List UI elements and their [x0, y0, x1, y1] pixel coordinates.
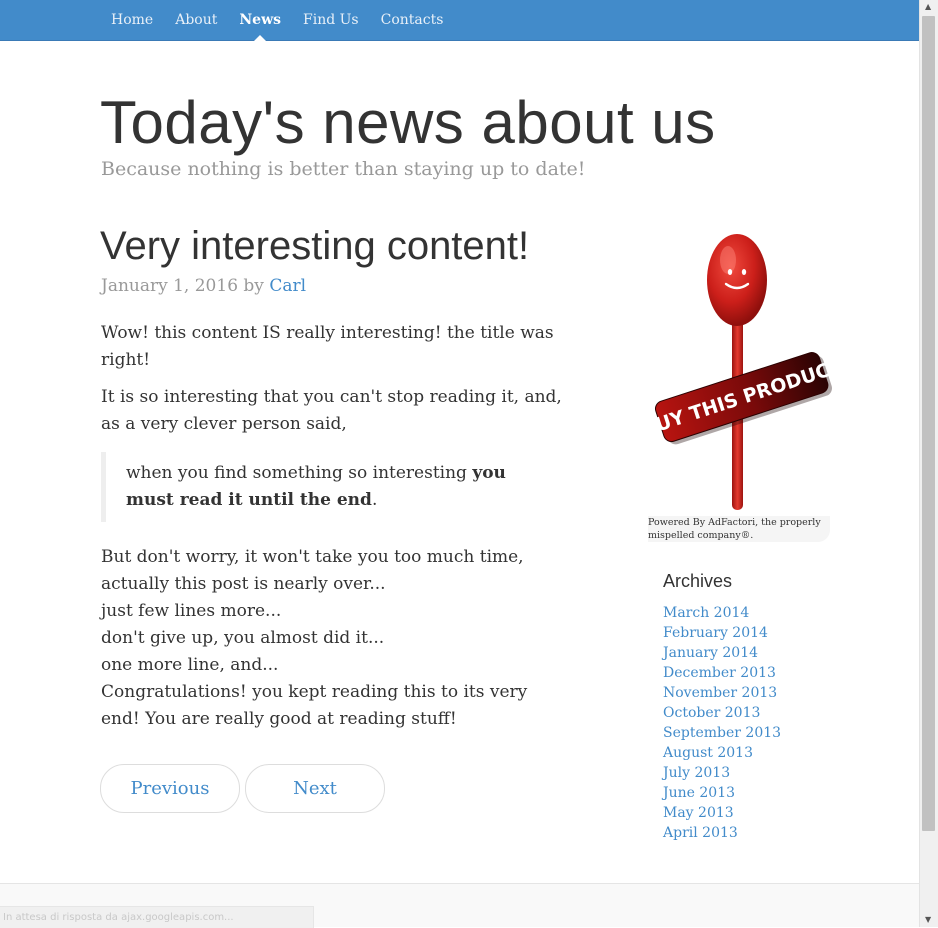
blog-title: Today's news about us: [100, 89, 716, 156]
list-item: May 2013: [663, 803, 781, 823]
list-item: August 2013: [663, 743, 781, 763]
quote-end: .: [371, 490, 378, 510]
nav-item-news[interactable]: News: [239, 0, 281, 41]
list-item: October 2013: [663, 703, 781, 723]
next-button[interactable]: Next: [245, 764, 385, 813]
list-item: July 2013: [663, 763, 781, 783]
archive-link[interactable]: July 2013: [663, 765, 730, 781]
archive-link[interactable]: March 2014: [663, 605, 749, 621]
top-navbar: Home About News Find Us Contacts: [0, 0, 920, 41]
archive-link[interactable]: August 2013: [663, 745, 753, 761]
post-line: just few lines more...: [101, 601, 282, 621]
archive-link[interactable]: June 2013: [663, 785, 735, 801]
archives-title: Archives: [663, 571, 733, 591]
archive-link[interactable]: November 2013: [663, 685, 777, 701]
list-item: September 2013: [663, 723, 781, 743]
previous-button[interactable]: Previous: [100, 764, 240, 813]
archive-link[interactable]: January 2014: [663, 645, 758, 661]
blog-description: Because nothing is better than staying u…: [101, 158, 586, 180]
list-item: June 2013: [663, 783, 781, 803]
archives-list: March 2014 February 2014 January 2014 De…: [663, 603, 781, 843]
list-item: December 2013: [663, 663, 781, 683]
post-paragraph: It is so interesting that you can't stop…: [101, 387, 562, 434]
list-item: February 2014: [663, 623, 781, 643]
scroll-down-arrow-icon[interactable]: ▼: [925, 915, 931, 924]
sidebar-ad[interactable]: BUY THIS PRODUCT Powered By AdFactori, t…: [639, 228, 845, 544]
list-item: November 2013: [663, 683, 781, 703]
archive-link[interactable]: April 2013: [663, 825, 738, 841]
ad-caption: Powered By AdFactori, the properly mispe…: [648, 516, 830, 542]
spoon-product-image: BUY THIS PRODUCT: [639, 234, 845, 510]
post-date: January 1, 2016: [101, 276, 239, 296]
main-nav: Home About News Find Us Contacts: [111, 0, 465, 41]
archive-link[interactable]: September 2013: [663, 725, 781, 741]
pager: Previous Next: [100, 764, 390, 813]
archive-link[interactable]: December 2013: [663, 665, 776, 681]
post-closing: But don't worry, it won't take you too m…: [101, 544, 571, 733]
archive-link[interactable]: February 2014: [663, 625, 768, 641]
post-by: by: [243, 276, 264, 296]
archive-link[interactable]: October 2013: [663, 705, 760, 721]
list-item: April 2013: [663, 823, 781, 843]
post-blockquote: when you find something so interesting y…: [101, 452, 546, 522]
nav-item-contacts[interactable]: Contacts: [381, 0, 444, 40]
nav-item-about[interactable]: About: [175, 0, 217, 40]
browser-status-bar: In attesa di risposta da ajax.googleapis…: [0, 906, 314, 928]
post-line: But don't worry, it won't take you too m…: [101, 547, 524, 594]
post-author-link[interactable]: Carl: [269, 276, 306, 296]
post-title: Very interesting content!: [100, 224, 530, 268]
archive-link[interactable]: May 2013: [663, 805, 734, 821]
post-line: don't give up, you almost did it...: [101, 628, 385, 648]
list-item: January 2014: [663, 643, 781, 663]
list-item: March 2014: [663, 603, 781, 623]
quote-text: when you find something so interesting: [126, 463, 473, 483]
nav-item-home[interactable]: Home: [111, 0, 153, 40]
nav-item-find-us[interactable]: Find Us: [303, 0, 359, 40]
scrollbar-thumb[interactable]: [922, 16, 935, 831]
post-body: Wow! this content IS really interesting!…: [101, 320, 571, 733]
post-line: Congratulations! you kept reading this t…: [101, 682, 528, 729]
scroll-up-arrow-icon[interactable]: ▲: [925, 2, 931, 11]
post-paragraph: Wow! this content IS really interesting!…: [101, 323, 554, 370]
vertical-scrollbar[interactable]: ▲ ▼: [919, 0, 938, 927]
post-line: one more line, and...: [101, 655, 279, 675]
post-meta: January 1, 2016 by Carl: [101, 276, 306, 296]
